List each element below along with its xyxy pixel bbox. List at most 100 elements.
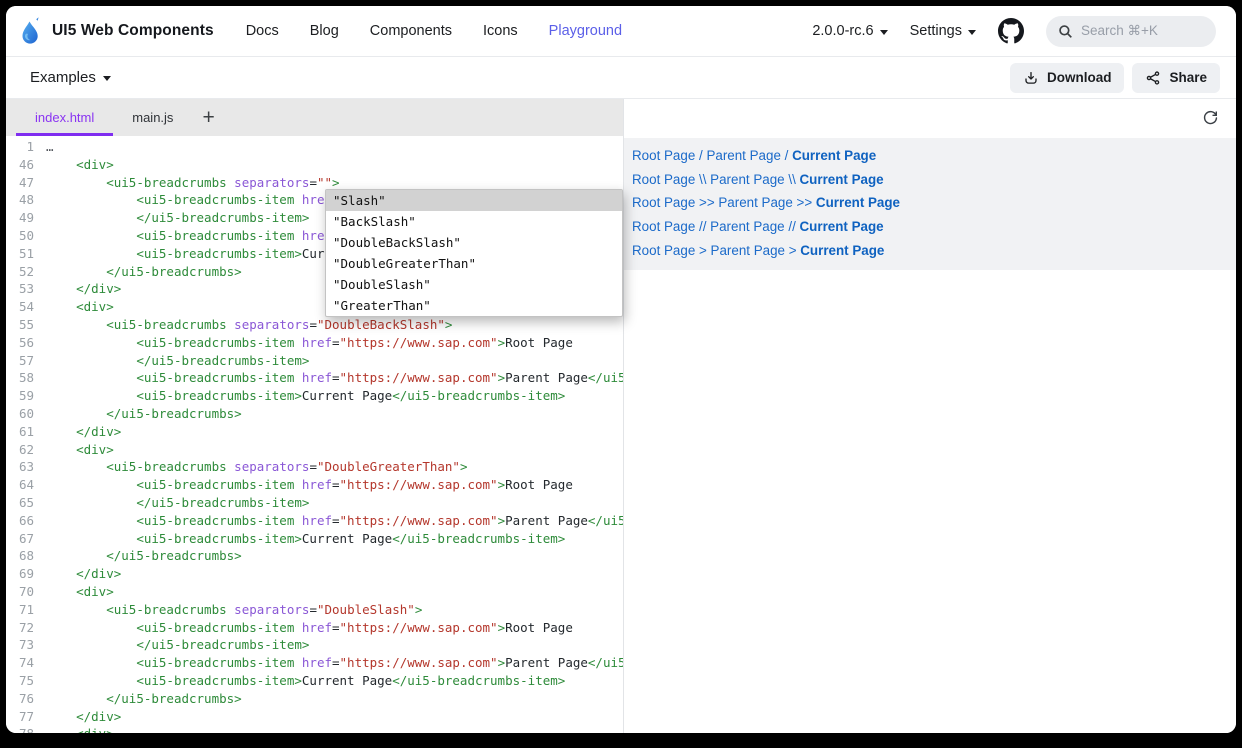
line-number: 78 — [6, 725, 46, 733]
code-text: <ui5-breadcrumbs-item href="https://www.… — [46, 476, 623, 494]
nav-item-components[interactable]: Components — [370, 23, 452, 39]
line-number: 47 — [6, 174, 46, 192]
code-text: </div> — [46, 565, 623, 583]
code-line[interactable]: 66 <ui5-breadcrumbs-item href="https://w… — [6, 512, 623, 530]
code-line[interactable]: 75 <ui5-breadcrumbs-item>Current Page</u… — [6, 672, 623, 690]
code-line[interactable]: 74 <ui5-breadcrumbs-item href="https://w… — [6, 654, 623, 672]
breadcrumb-current: Current Page — [816, 195, 900, 210]
code-text: <div> — [46, 725, 623, 733]
nav-item-docs[interactable]: Docs — [246, 23, 279, 39]
autocomplete-option[interactable]: "GreaterThan" — [326, 295, 622, 316]
line-number: 1 — [6, 138, 46, 156]
line-number: 48 — [6, 191, 46, 209]
brand[interactable]: UI5 Web Components — [18, 17, 214, 46]
code-line[interactable]: 46 <div> — [6, 156, 623, 174]
breadcrumb-link[interactable]: Parent Page — [710, 219, 784, 234]
breadcrumb-link[interactable]: Parent Page — [718, 195, 792, 210]
code-text: <ui5-breadcrumbs-item href="https://www.… — [46, 369, 623, 387]
code-line[interactable]: 72 <ui5-breadcrumbs-item href="https://w… — [6, 619, 623, 637]
line-number: 71 — [6, 601, 46, 619]
autocomplete-option[interactable]: "DoubleGreaterThan" — [326, 253, 622, 274]
code-text: <ui5-breadcrumbs separators="DoubleGreat… — [46, 458, 623, 476]
line-number: 62 — [6, 441, 46, 459]
line-number: 57 — [6, 352, 46, 370]
download-button[interactable]: Download — [1010, 63, 1125, 93]
code-line[interactable]: 57 </ui5-breadcrumbs-item> — [6, 352, 623, 370]
settings-dropdown[interactable]: Settings — [910, 23, 976, 39]
breadcrumb-link[interactable]: Parent Page — [710, 172, 784, 187]
code-line[interactable]: 1… — [6, 138, 623, 156]
line-number: 76 — [6, 690, 46, 708]
editor-tab-main.js[interactable]: main.js — [113, 99, 192, 136]
breadcrumb-link[interactable]: Parent Page — [711, 243, 785, 258]
preview-pane: Root Page / Parent Page / Current PageRo… — [623, 99, 1236, 733]
code-line[interactable]: 55 <ui5-breadcrumbs separators="DoubleBa… — [6, 316, 623, 334]
code-line[interactable]: 63 <ui5-breadcrumbs separators="DoubleGr… — [6, 458, 623, 476]
search-input[interactable]: Search ⌘+K — [1046, 16, 1216, 47]
search-placeholder: Search ⌘+K — [1081, 23, 1158, 39]
breadcrumbs-row: Root Page // Parent Page // Current Page — [632, 215, 1236, 239]
line-number: 54 — [6, 298, 46, 316]
code-line[interactable]: 71 <ui5-breadcrumbs separators="DoubleSl… — [6, 601, 623, 619]
version-label: 2.0.0-rc.6 — [812, 23, 873, 39]
code-line[interactable]: 76 </ui5-breadcrumbs> — [6, 690, 623, 708]
autocomplete-option[interactable]: "DoubleSlash" — [326, 274, 622, 295]
line-number: 65 — [6, 494, 46, 512]
add-tab-button[interactable]: + — [192, 99, 224, 136]
code-line[interactable]: 59 <ui5-breadcrumbs-item>Current Page</u… — [6, 387, 623, 405]
version-dropdown[interactable]: 2.0.0-rc.6 — [812, 23, 887, 39]
code-text: … — [46, 138, 623, 156]
breadcrumb-current: Current Page — [792, 148, 876, 163]
code-line[interactable]: 64 <ui5-breadcrumbs-item href="https://w… — [6, 476, 623, 494]
nav-item-playground[interactable]: Playground — [549, 23, 622, 39]
breadcrumb-link[interactable]: Root Page — [632, 195, 695, 210]
code-line[interactable]: 60 </ui5-breadcrumbs> — [6, 405, 623, 423]
code-text: <ui5-breadcrumbs-item href="https://www.… — [46, 654, 623, 672]
line-number: 70 — [6, 583, 46, 601]
breadcrumb-link[interactable]: Root Page — [632, 243, 695, 258]
breadcrumb-separator: > — [695, 243, 710, 258]
editor-tabbar: index.htmlmain.js+ — [6, 99, 623, 136]
code-text: <div> — [46, 583, 623, 601]
code-line[interactable]: 62 <div> — [6, 441, 623, 459]
autocomplete-option[interactable]: "BackSlash" — [326, 211, 622, 232]
code-line[interactable]: 67 <ui5-breadcrumbs-item>Current Page</u… — [6, 530, 623, 548]
code-text: <ui5-breadcrumbs-item href="https://www.… — [46, 512, 623, 530]
breadcrumb-separator: > — [785, 243, 800, 258]
line-number: 66 — [6, 512, 46, 530]
autocomplete-option[interactable]: "DoubleBackSlash" — [326, 232, 622, 253]
code-line[interactable]: 78 <div> — [6, 725, 623, 733]
code-line[interactable]: 70 <div> — [6, 583, 623, 601]
code-text: <ui5-breadcrumbs separators="DoubleBackS… — [46, 316, 623, 334]
github-icon[interactable] — [998, 18, 1024, 44]
share-button[interactable]: Share — [1132, 63, 1220, 93]
breadcrumb-link[interactable]: Root Page — [632, 172, 695, 187]
editor-tab-index.html[interactable]: index.html — [16, 99, 113, 136]
breadcrumb-link[interactable]: Parent Page — [706, 148, 780, 163]
code-line[interactable]: 58 <ui5-breadcrumbs-item href="https://w… — [6, 369, 623, 387]
breadcrumbs-row: Root Page \\ Parent Page \\ Current Page — [632, 168, 1236, 192]
brand-title: UI5 Web Components — [52, 22, 214, 40]
code-line[interactable]: 65 </ui5-breadcrumbs-item> — [6, 494, 623, 512]
nav-item-blog[interactable]: Blog — [310, 23, 339, 39]
code-line[interactable]: 56 <ui5-breadcrumbs-item href="https://w… — [6, 334, 623, 352]
autocomplete-option[interactable]: "Slash" — [326, 190, 622, 211]
code-line[interactable]: 61 </div> — [6, 423, 623, 441]
breadcrumbs-row: Root Page > Parent Page > Current Page — [632, 238, 1236, 262]
code-line[interactable]: 68 </ui5-breadcrumbs> — [6, 547, 623, 565]
code-text: </ui5-breadcrumbs-item> — [46, 636, 623, 654]
line-number: 63 — [6, 458, 46, 476]
line-number: 56 — [6, 334, 46, 352]
download-icon — [1023, 70, 1039, 86]
line-number: 60 — [6, 405, 46, 423]
nav-item-icons[interactable]: Icons — [483, 23, 518, 39]
examples-dropdown[interactable]: Examples — [30, 69, 111, 86]
breadcrumb-link[interactable]: Root Page — [632, 148, 695, 163]
breadcrumb-link[interactable]: Root Page — [632, 219, 695, 234]
code-line[interactable]: 73 </ui5-breadcrumbs-item> — [6, 636, 623, 654]
share-label: Share — [1169, 70, 1207, 85]
code-line[interactable]: 69 </div> — [6, 565, 623, 583]
breadcrumb-current: Current Page — [800, 219, 884, 234]
code-line[interactable]: 77 </div> — [6, 708, 623, 726]
refresh-icon[interactable] — [1202, 109, 1219, 126]
